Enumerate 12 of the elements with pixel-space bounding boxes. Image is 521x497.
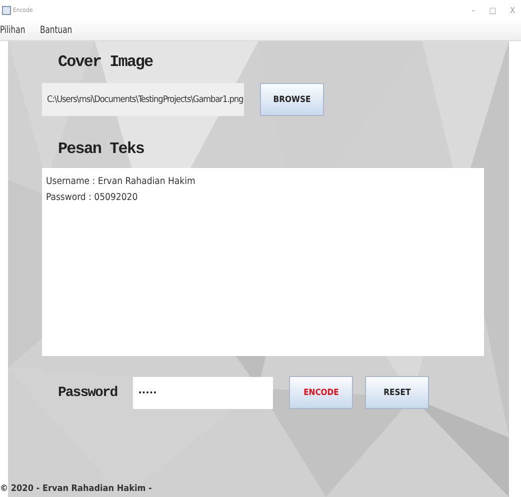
password-label: Password — [58, 384, 118, 402]
browse-button[interactable]: BROWSE — [260, 83, 324, 116]
action-button[interactable]: ENCODE — [289, 376, 354, 409]
menu-item[interactable]: Bantuan — [40, 24, 72, 36]
menu-item[interactable]: Pilihan — [0, 24, 26, 36]
path-field[interactable]: C:\Users\msi\Documents\TestingProjects\Gambar1.png — [42, 83, 244, 116]
section-heading: Cover Image — [58, 53, 154, 71]
section-heading: Pesan Teks — [58, 140, 146, 158]
footer-text: © 2020 - Ervan Rahadian Hakim - — [0, 484, 152, 494]
action-button[interactable]: RESET — [365, 376, 430, 409]
app-icon — [2, 6, 11, 14]
message-text-area[interactable]: Username : Ervan Rahadian Hakim Password : 05092020 — [42, 168, 484, 356]
